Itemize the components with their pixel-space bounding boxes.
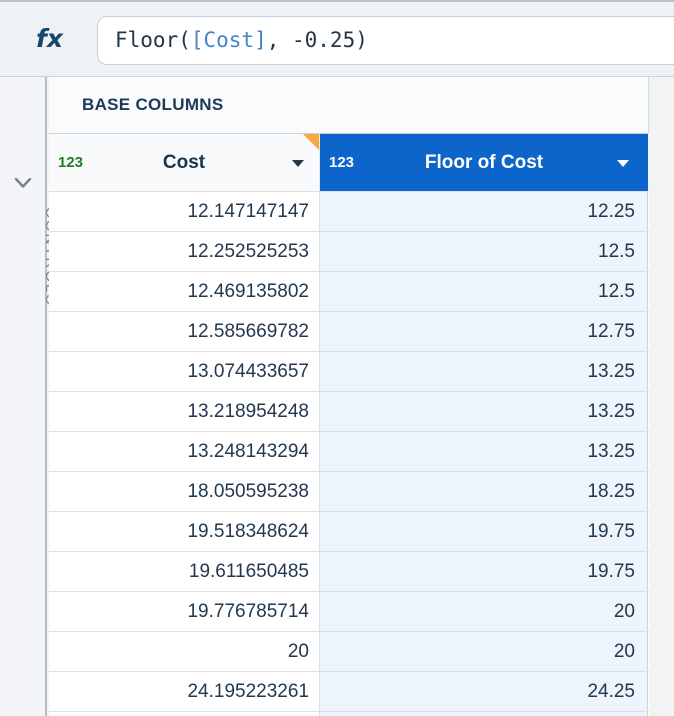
cell-floor: 12.5: [320, 232, 648, 271]
cell-cost: 24.195223261: [49, 672, 320, 711]
cell-floor: [320, 712, 648, 716]
table-row: 20 20: [49, 632, 649, 672]
table-row: 19.776785714 20: [49, 592, 649, 632]
column-label-floor-of-cost: Floor of Cost: [320, 152, 648, 174]
table-row: 13.074433657 13.25: [49, 352, 649, 392]
cell-cost: 12.469135802: [49, 272, 320, 311]
cell-cost: 19.518348624: [49, 512, 320, 551]
cell-cost: 12.252525253: [49, 232, 320, 271]
column-header-row: 123 Cost 123 Floor of Cost: [49, 134, 649, 192]
formula-bar: fx Floor([Cost], -0.25): [0, 0, 674, 77]
formula-args-text: , -0.25): [267, 28, 368, 52]
table-row-partial: [49, 712, 649, 716]
cell-floor: 13.25: [320, 352, 648, 391]
cell-cost: 13.218954248: [49, 392, 320, 431]
app-window: { "formula_bar": { "fx_label": "fx", "fo…: [0, 0, 674, 716]
cell-floor: 19.75: [320, 512, 648, 551]
base-columns-header: BASE COLUMNS: [49, 77, 649, 134]
cell-floor: 12.25: [320, 192, 648, 231]
cell-cost: 13.074433657: [49, 352, 320, 391]
cell-floor: 24.25: [320, 672, 648, 711]
cell-cost: [49, 712, 320, 716]
chevron-down-icon[interactable]: [14, 177, 32, 189]
column-menu-caret-icon[interactable]: [617, 160, 629, 167]
table-row: 12.469135802 12.5: [49, 272, 649, 312]
cell-floor: 20: [320, 632, 648, 671]
table-row: 12.252525253 12.5: [49, 232, 649, 272]
fx-icon: fx: [36, 24, 63, 53]
cell-cost: 12.147147147: [49, 192, 320, 231]
cell-floor: 19.75: [320, 552, 648, 591]
formula-source-flag-icon: [303, 134, 319, 150]
table-row: 18.050595238 18.25: [49, 472, 649, 512]
cell-cost: 19.776785714: [49, 592, 320, 631]
cell-cost: 13.248143294: [49, 432, 320, 471]
cell-cost: 19.611650485: [49, 552, 320, 591]
table-row: 13.218954248 13.25: [49, 392, 649, 432]
column-header-cost[interactable]: 123 Cost: [49, 134, 320, 191]
cell-floor: 18.25: [320, 472, 648, 511]
cell-cost: 18.050595238: [49, 472, 320, 511]
controls-panel: CONTROLS: [0, 77, 47, 716]
formula-column-reference: [Cost]: [191, 28, 267, 52]
cell-floor: 12.75: [320, 312, 648, 351]
table-row: 12.147147147 12.25: [49, 192, 649, 232]
numeric-type-icon: 123: [58, 154, 83, 171]
formula-function-text: Floor(: [115, 28, 191, 52]
cell-cost: 20: [49, 632, 320, 671]
column-header-floor-of-cost[interactable]: 123 Floor of Cost: [320, 134, 648, 191]
cell-floor: 13.25: [320, 392, 648, 431]
column-label-cost: Cost: [49, 152, 319, 174]
table-row: 12.585669782 12.75: [49, 312, 649, 352]
table-row: 24.195223261 24.25: [49, 672, 649, 712]
cell-floor: 12.5: [320, 272, 648, 311]
table-row: 13.248143294 13.25: [49, 432, 649, 472]
cell-floor: 13.25: [320, 432, 648, 471]
cell-floor: 20: [320, 592, 648, 631]
table-row: 19.611650485 19.75: [49, 552, 649, 592]
data-table: BASE COLUMNS 123 Cost 123 Floor of Cost …: [49, 77, 649, 716]
numeric-type-icon: 123: [329, 154, 354, 171]
table-row: 19.518348624 19.75: [49, 512, 649, 552]
formula-input[interactable]: Floor([Cost], -0.25): [97, 16, 674, 65]
table-body: 12.147147147 12.25 12.252525253 12.5 12.…: [49, 192, 649, 716]
cell-cost: 12.585669782: [49, 312, 320, 351]
column-menu-caret-icon[interactable]: [292, 160, 304, 167]
